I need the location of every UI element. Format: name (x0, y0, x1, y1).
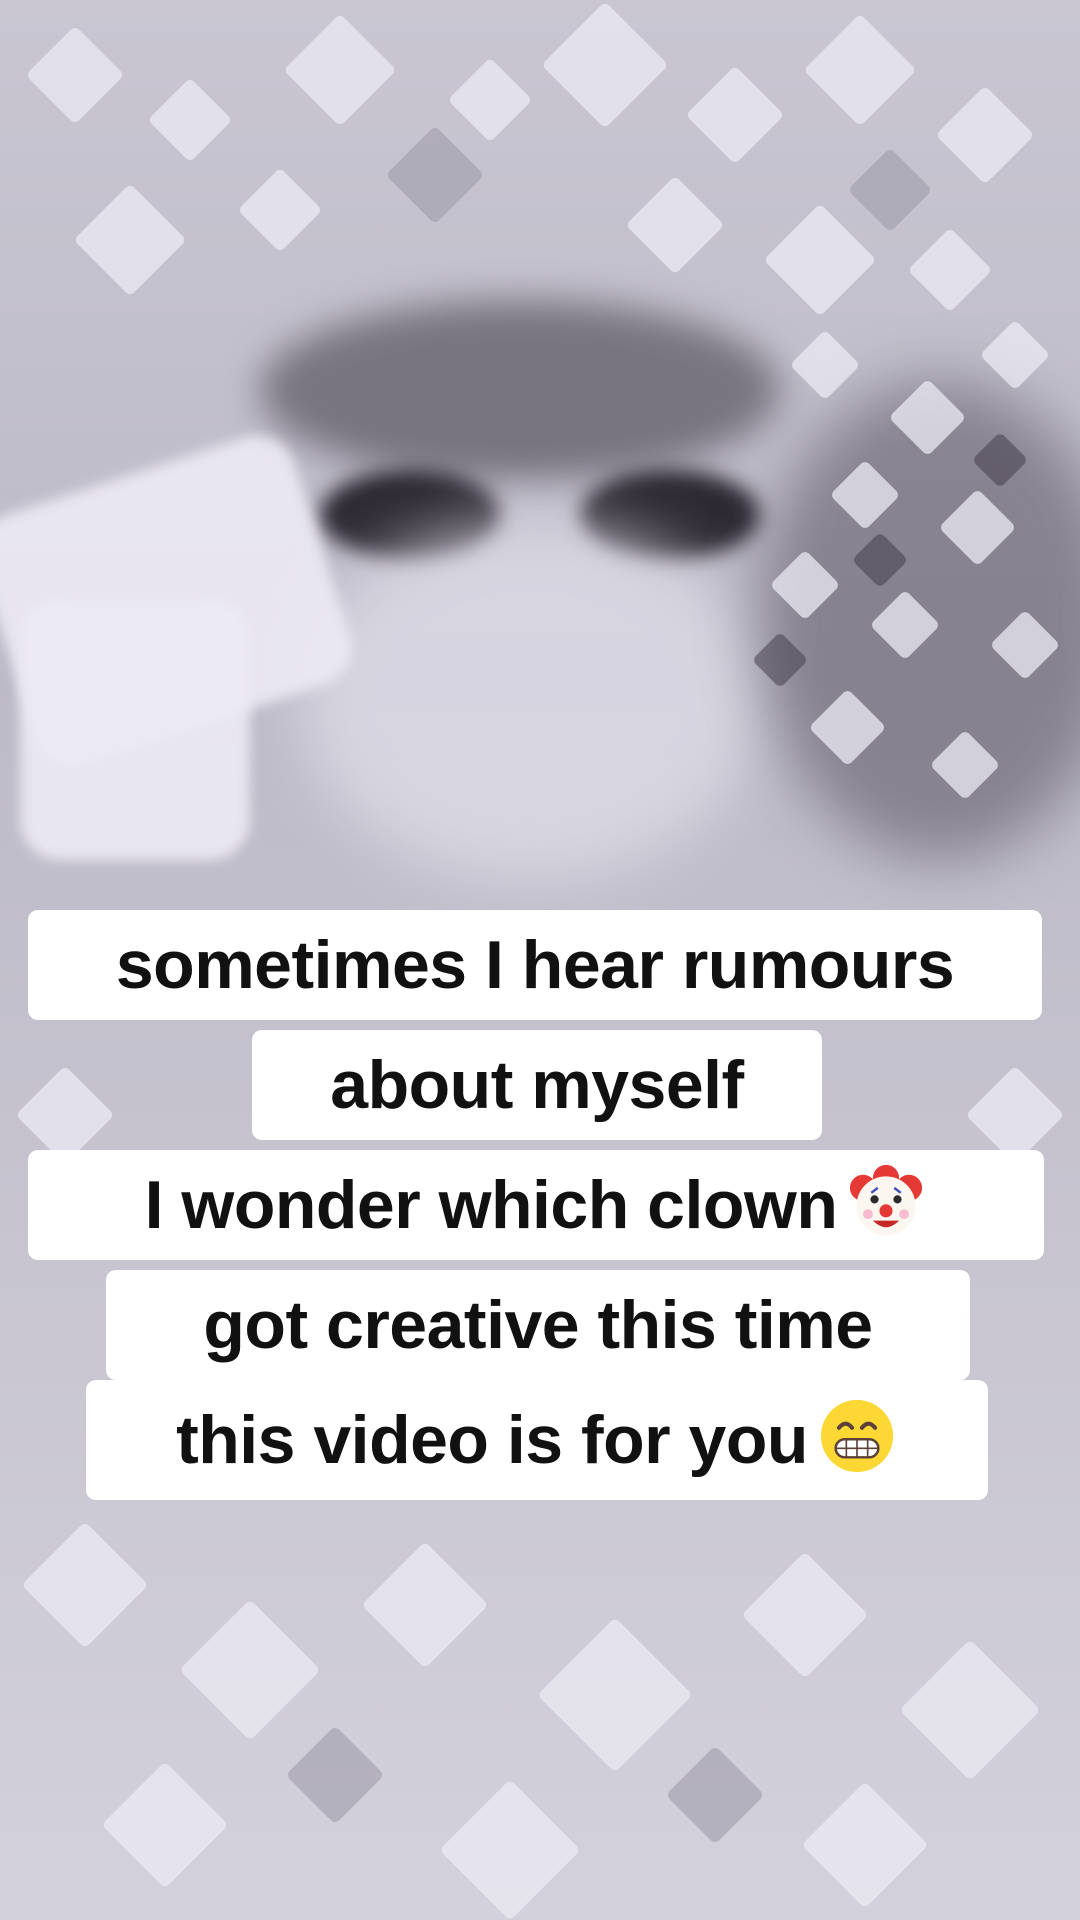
caption-line-5: this video is for you (86, 1380, 988, 1500)
caption-text-5: this video is for you (176, 1402, 808, 1478)
caption-line-3: I wonder which clown (28, 1150, 1044, 1260)
caption-text-3: I wonder which clown (144, 1167, 838, 1243)
caption-line-1: sometimes I hear rumours (28, 910, 1042, 1020)
caption-line-4: got creative this time (106, 1270, 970, 1380)
video-frame: sometimes I hear rumours about myself I … (0, 0, 1080, 1920)
caption-text-1: sometimes I hear rumours (115, 927, 955, 1003)
caption-text-4: got creative this time (203, 1287, 873, 1363)
caption-line-2: about myself (252, 1030, 822, 1140)
clown-face-icon (845, 1160, 927, 1242)
caption-text-2: about myself (330, 1047, 744, 1123)
grinning-face-icon (816, 1394, 898, 1476)
